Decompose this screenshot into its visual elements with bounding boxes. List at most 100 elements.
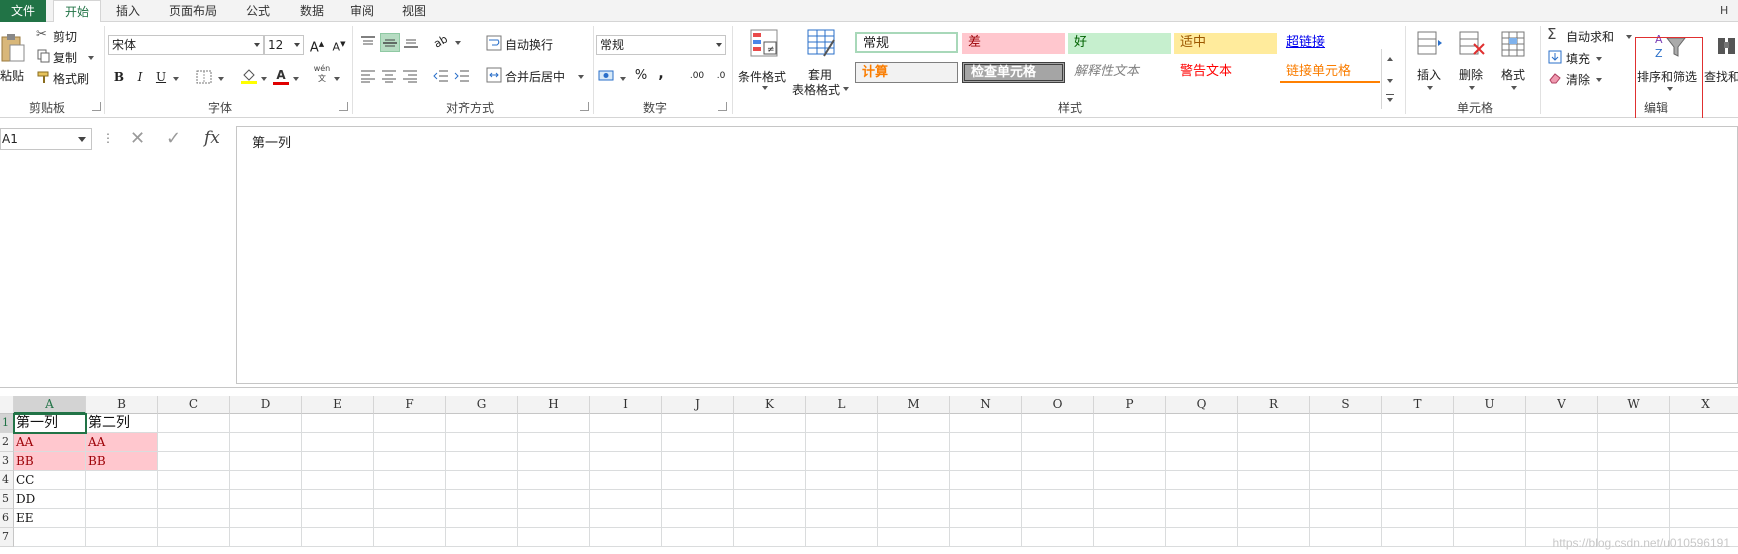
column-header-A[interactable]: A — [14, 396, 86, 414]
number-launcher-icon[interactable] — [718, 102, 727, 111]
enter-icon[interactable]: ✓ — [166, 128, 181, 149]
cell-U7[interactable] — [1454, 528, 1526, 547]
cell-W2[interactable] — [1598, 433, 1670, 452]
cut-button[interactable]: ✂ 剪切 — [34, 26, 94, 44]
increase-indent-icon[interactable] — [454, 69, 470, 83]
cell-I6[interactable] — [590, 509, 662, 528]
cell-Q1[interactable] — [1166, 414, 1238, 433]
cell-W6[interactable] — [1598, 509, 1670, 528]
cell-E7[interactable] — [302, 528, 374, 547]
shrink-font-button[interactable]: A▼ — [330, 35, 348, 54]
insert-function-icon[interactable]: fx — [204, 128, 220, 148]
cell-F3[interactable] — [374, 452, 446, 471]
alignment-launcher-icon[interactable] — [580, 102, 589, 111]
cell-C1[interactable] — [158, 414, 230, 433]
column-header-P[interactable]: P — [1094, 396, 1166, 414]
format-cells-button[interactable]: 格式 — [1494, 26, 1534, 96]
style-warning[interactable]: 警告文本 — [1174, 62, 1277, 83]
cell-R3[interactable] — [1238, 452, 1310, 471]
cell-U4[interactable] — [1454, 471, 1526, 490]
cell-M3[interactable] — [878, 452, 950, 471]
cell-K1[interactable] — [734, 414, 806, 433]
tab-home[interactable]: 开始 — [53, 0, 101, 23]
column-header-L[interactable]: L — [806, 396, 878, 414]
cell-T3[interactable] — [1382, 452, 1454, 471]
percent-button[interactable]: % — [632, 67, 650, 85]
conditional-format-button[interactable]: ≠ 条件格式 — [737, 26, 791, 96]
underline-button[interactable]: U — [152, 68, 170, 86]
align-right-icon[interactable] — [402, 69, 418, 83]
cell-X3[interactable] — [1670, 452, 1738, 471]
column-header-H[interactable]: H — [518, 396, 590, 414]
style-explanatory[interactable]: 解释性文本 — [1068, 62, 1171, 83]
cell-P7[interactable] — [1094, 528, 1166, 547]
row-header-3[interactable]: 3 — [0, 452, 14, 471]
grow-font-button[interactable]: A▲ — [308, 35, 326, 55]
row-header-7[interactable]: 7 — [0, 528, 14, 547]
column-header-T[interactable]: T — [1382, 396, 1454, 414]
cell-K3[interactable] — [734, 452, 806, 471]
cell-Q3[interactable] — [1166, 452, 1238, 471]
cell-B2[interactable]: AA — [86, 433, 158, 452]
decrease-decimal-button[interactable]: .0 — [710, 67, 732, 85]
cell-D4[interactable] — [230, 471, 302, 490]
cell-Q7[interactable] — [1166, 528, 1238, 547]
cell-N5[interactable] — [950, 490, 1022, 509]
cell-O3[interactable] — [1022, 452, 1094, 471]
phonetic-guide-button[interactable]: wén 文 — [313, 64, 331, 83]
cell-T7[interactable] — [1382, 528, 1454, 547]
cell-Q5[interactable] — [1166, 490, 1238, 509]
cell-V1[interactable] — [1526, 414, 1598, 433]
clipboard-launcher-icon[interactable] — [92, 102, 101, 111]
cell-B7[interactable] — [86, 528, 158, 547]
cell-R1[interactable] — [1238, 414, 1310, 433]
cell-D7[interactable] — [230, 528, 302, 547]
cell-A7[interactable] — [14, 528, 86, 547]
cell-V6[interactable] — [1526, 509, 1598, 528]
cell-H7[interactable] — [518, 528, 590, 547]
cell-E1[interactable] — [302, 414, 374, 433]
style-calculation[interactable]: 计算 — [855, 62, 958, 83]
cell-P2[interactable] — [1094, 433, 1166, 452]
copy-button[interactable]: 复制 — [34, 47, 96, 65]
cell-C2[interactable] — [158, 433, 230, 452]
cell-N2[interactable] — [950, 433, 1022, 452]
column-header-N[interactable]: N — [950, 396, 1022, 414]
cell-Q2[interactable] — [1166, 433, 1238, 452]
cell-N7[interactable] — [950, 528, 1022, 547]
cell-A1[interactable]: 第一列 — [14, 414, 86, 433]
clear-button[interactable]: 清除 — [1546, 69, 1612, 87]
cell-V5[interactable] — [1526, 490, 1598, 509]
cell-C7[interactable] — [158, 528, 230, 547]
cell-X4[interactable] — [1670, 471, 1738, 490]
cell-C3[interactable] — [158, 452, 230, 471]
column-header-C[interactable]: C — [158, 396, 230, 414]
cell-K4[interactable] — [734, 471, 806, 490]
cell-W5[interactable] — [1598, 490, 1670, 509]
cell-B1[interactable]: 第二列 — [86, 414, 158, 433]
cell-H5[interactable] — [518, 490, 590, 509]
cell-F7[interactable] — [374, 528, 446, 547]
cell-P4[interactable] — [1094, 471, 1166, 490]
cell-K7[interactable] — [734, 528, 806, 547]
cell-O6[interactable] — [1022, 509, 1094, 528]
cell-R5[interactable] — [1238, 490, 1310, 509]
cell-E4[interactable] — [302, 471, 374, 490]
column-header-E[interactable]: E — [302, 396, 374, 414]
style-normal[interactable]: 常规 — [855, 32, 958, 53]
insert-cells-button[interactable]: 插入 — [1410, 26, 1450, 96]
column-header-B[interactable]: B — [86, 396, 158, 414]
cell-J6[interactable] — [662, 509, 734, 528]
cell-W4[interactable] — [1598, 471, 1670, 490]
cell-J3[interactable] — [662, 452, 734, 471]
row-header-4[interactable]: 4 — [0, 471, 14, 490]
cell-G7[interactable] — [446, 528, 518, 547]
cell-N3[interactable] — [950, 452, 1022, 471]
formula-input[interactable]: 第一列 — [236, 126, 1738, 384]
tab-view[interactable]: 视图 — [392, 0, 436, 22]
italic-button[interactable]: I — [131, 68, 149, 86]
cell-A2[interactable]: AA — [14, 433, 86, 452]
row-header-5[interactable]: 5 — [0, 490, 14, 509]
cell-M1[interactable] — [878, 414, 950, 433]
cell-J7[interactable] — [662, 528, 734, 547]
